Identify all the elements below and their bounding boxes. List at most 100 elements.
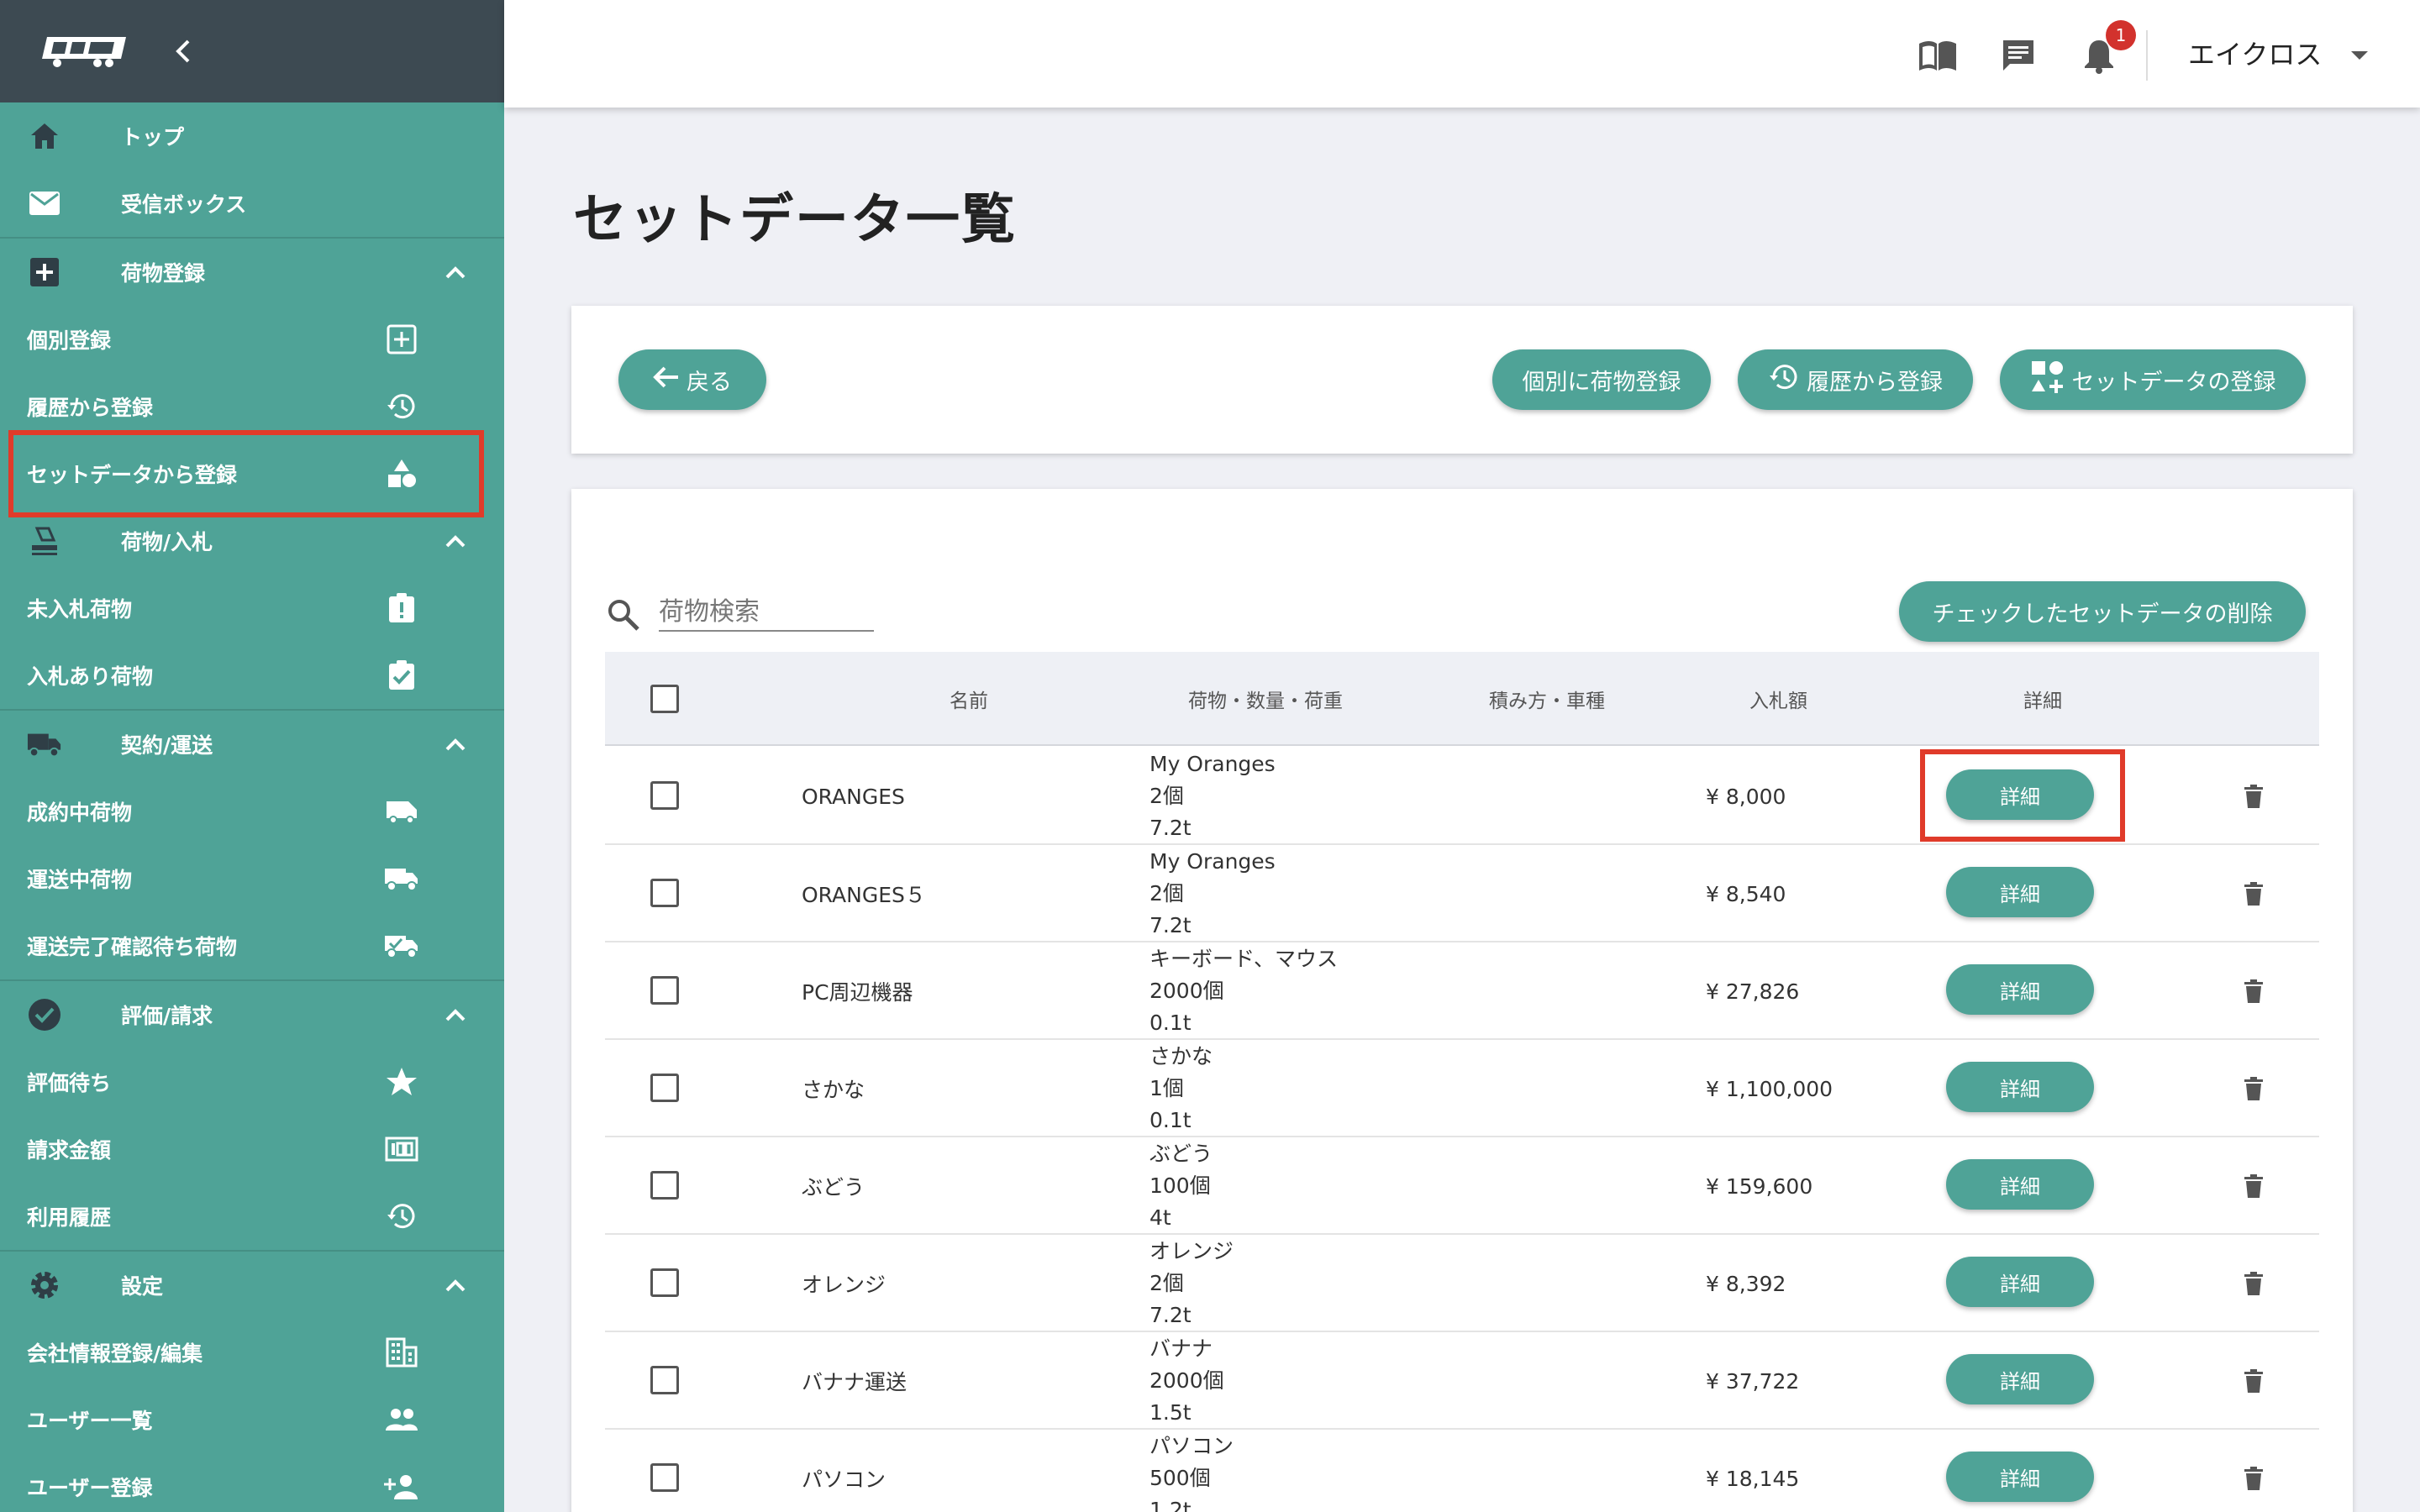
sidebar-item-label: 成約中荷物 xyxy=(27,801,133,825)
trash-icon[interactable] xyxy=(2238,1366,2269,1396)
row-checkbox[interactable] xyxy=(650,781,679,810)
user-menu[interactable]: エイクロス xyxy=(2188,34,2322,72)
sidebar-item-awaiting[interactable]: 運送完了確認待ち荷物 xyxy=(0,912,504,979)
detail-button[interactable]: 詳細 xyxy=(1946,1257,2094,1307)
sidebar-group-label: 評価/請求 xyxy=(121,1004,213,1028)
chevron-up-icon[interactable] xyxy=(440,1000,471,1030)
sidebar-group-settings[interactable]: 設定 xyxy=(0,1252,504,1319)
sidebar-header xyxy=(0,0,504,102)
add-box-icon xyxy=(383,321,420,358)
detail-button[interactable]: 詳細 xyxy=(1946,1159,2094,1210)
row-bid-price: ¥ 1,100,000 xyxy=(1706,1076,1833,1101)
trash-icon[interactable] xyxy=(2238,1268,2269,1299)
search-input[interactable] xyxy=(659,593,874,632)
page-title: セットデータ一覧 xyxy=(573,189,1017,251)
sidebar-item-usage[interactable]: 利用履歴 xyxy=(0,1183,504,1250)
select-all-checkbox[interactable] xyxy=(650,652,679,746)
trash-icon[interactable] xyxy=(2238,1463,2269,1494)
caret-down-icon[interactable] xyxy=(2348,44,2371,67)
row-bid-price: ¥ 18,145 xyxy=(1706,1466,1800,1491)
sidebar-item-label: 利用履歴 xyxy=(27,1205,112,1230)
delete-checked-button[interactable]: チェックしたセットデータの削除 xyxy=(1899,581,2306,642)
row-cargo-item: My Oranges xyxy=(1150,849,1276,874)
building-icon xyxy=(383,1334,420,1371)
column-header-name[interactable]: 名前 xyxy=(950,652,988,746)
row-cargo-qty: 2000個 xyxy=(1150,1368,1224,1393)
row-checkbox[interactable] xyxy=(650,1463,679,1492)
sidebar-group-contract[interactable]: 契約/運送 xyxy=(0,711,504,778)
check-circle-icon xyxy=(27,997,62,1032)
sidebar-item-contracted[interactable]: 成約中荷物 xyxy=(0,778,504,845)
trash-icon[interactable] xyxy=(2238,1074,2269,1104)
sidebar-item-top[interactable]: トップ xyxy=(0,102,504,170)
row-cargo: さかな 1個 0.1t xyxy=(1150,1040,1213,1137)
mail-icon xyxy=(27,186,62,221)
row-cargo-weight: 0.1t xyxy=(1150,1011,1192,1035)
sidebar-item-label: 個別登録 xyxy=(27,328,112,353)
detail-button[interactable]: 詳細 xyxy=(1946,1452,2094,1502)
sidebar-item-bid[interactable]: 入札あり荷物 xyxy=(0,642,504,709)
history-icon xyxy=(383,388,420,425)
chevron-up-icon[interactable] xyxy=(440,729,471,759)
history-register-button[interactable]: 履歴から登録 xyxy=(1738,349,1973,410)
trash-icon[interactable] xyxy=(2238,879,2269,909)
row-checkbox[interactable] xyxy=(650,1171,679,1200)
sidebar-item-company[interactable]: 会社情報登録/編集 xyxy=(0,1319,504,1386)
history-register-label: 履歴から登録 xyxy=(1807,369,1943,396)
row-checkbox[interactable] xyxy=(650,879,679,907)
row-checkbox[interactable] xyxy=(650,976,679,1005)
logo-truck-icon[interactable] xyxy=(39,34,136,69)
book-icon[interactable] xyxy=(1916,34,1960,77)
sidebar-item-users[interactable]: ユーザー一覧 xyxy=(0,1386,504,1453)
sidebar-item-label: ユーザー登録 xyxy=(27,1476,153,1500)
row-cargo-qty: 2000個 xyxy=(1150,979,1224,1003)
truck-check-icon xyxy=(383,927,420,964)
sidebar-item-invoice[interactable]: 請求金額 xyxy=(0,1116,504,1183)
row-cargo: バナナ 2000個 1.5t xyxy=(1150,1332,1224,1430)
individual-register-button[interactable]: 個別に荷物登録 xyxy=(1492,349,1711,410)
sidebar-item-pending[interactable]: 評価待ち xyxy=(0,1048,504,1116)
row-checkbox[interactable] xyxy=(650,1268,679,1297)
row-checkbox[interactable] xyxy=(650,1366,679,1394)
sidebar-group-evaluation[interactable]: 評価/請求 xyxy=(0,981,504,1048)
detail-button[interactable]: 詳細 xyxy=(1946,964,2094,1015)
sidebar-item-inbox[interactable]: 受信ボックス xyxy=(0,170,504,237)
chevron-up-icon[interactable] xyxy=(440,257,471,287)
row-cargo-item: キーボード、マウス xyxy=(1150,947,1339,971)
collapse-sidebar-icon[interactable] xyxy=(166,34,200,68)
trash-icon[interactable] xyxy=(2238,1171,2269,1201)
trash-icon[interactable] xyxy=(2238,781,2269,811)
table-header: 名前 荷物・数量・荷重 積み方・車種 入札額 詳細 xyxy=(605,652,2319,746)
sidebar-item-add-user[interactable]: ユーザー登録 xyxy=(0,1453,504,1512)
column-header-detail: 詳細 xyxy=(2023,690,2062,712)
notification-badge: 1 xyxy=(2106,20,2136,50)
trash-icon[interactable] xyxy=(2238,976,2269,1006)
sidebar-item-unbid[interactable]: 未入札荷物 xyxy=(0,575,504,642)
chevron-up-icon[interactable] xyxy=(440,1270,471,1300)
back-button-label: 戻る xyxy=(687,369,732,396)
sidebar-item-label: 運送中荷物 xyxy=(27,868,133,892)
sidebar-item-in-transit[interactable]: 運送中荷物 xyxy=(0,845,504,912)
truck-icon xyxy=(27,727,62,762)
row-bid-price: ¥ 8,392 xyxy=(1706,1271,1786,1296)
sidebar-item-individual[interactable]: 個別登録 xyxy=(0,306,504,373)
sidebar-item-label: 会社情報登録/編集 xyxy=(27,1341,203,1366)
chevron-up-icon[interactable] xyxy=(440,526,471,556)
sidebar-item-label: 受信ボックス xyxy=(121,192,247,217)
row-name: オレンジ xyxy=(802,1273,886,1297)
detail-button[interactable]: 詳細 xyxy=(1946,1062,2094,1112)
sidebar-group-label: 荷物/入札 xyxy=(121,530,213,554)
table-row: オレンジ オレンジ 2個 7.2t ¥ 8,392 詳細 xyxy=(605,1235,2319,1332)
detail-button[interactable]: 詳細 xyxy=(1946,1354,2094,1404)
set-data-register-button[interactable]: セットデータの登録 xyxy=(2000,349,2306,410)
back-button[interactable]: 戻る xyxy=(618,349,766,410)
detail-button[interactable]: 詳細 xyxy=(1946,867,2094,917)
row-cargo-weight: 7.2t xyxy=(1150,1303,1192,1327)
sidebar-group-register[interactable]: 荷物登録 xyxy=(0,239,504,306)
sidebar-group-bidding[interactable]: 荷物/入札 xyxy=(0,507,504,575)
row-bid-price: ¥ 27,826 xyxy=(1706,979,1800,1004)
chat-icon[interactable] xyxy=(1996,34,2040,77)
sidebar-group-label: 荷物登録 xyxy=(121,261,206,286)
row-checkbox[interactable] xyxy=(650,1074,679,1102)
row-cargo-item: オレンジ xyxy=(1150,1239,1234,1263)
